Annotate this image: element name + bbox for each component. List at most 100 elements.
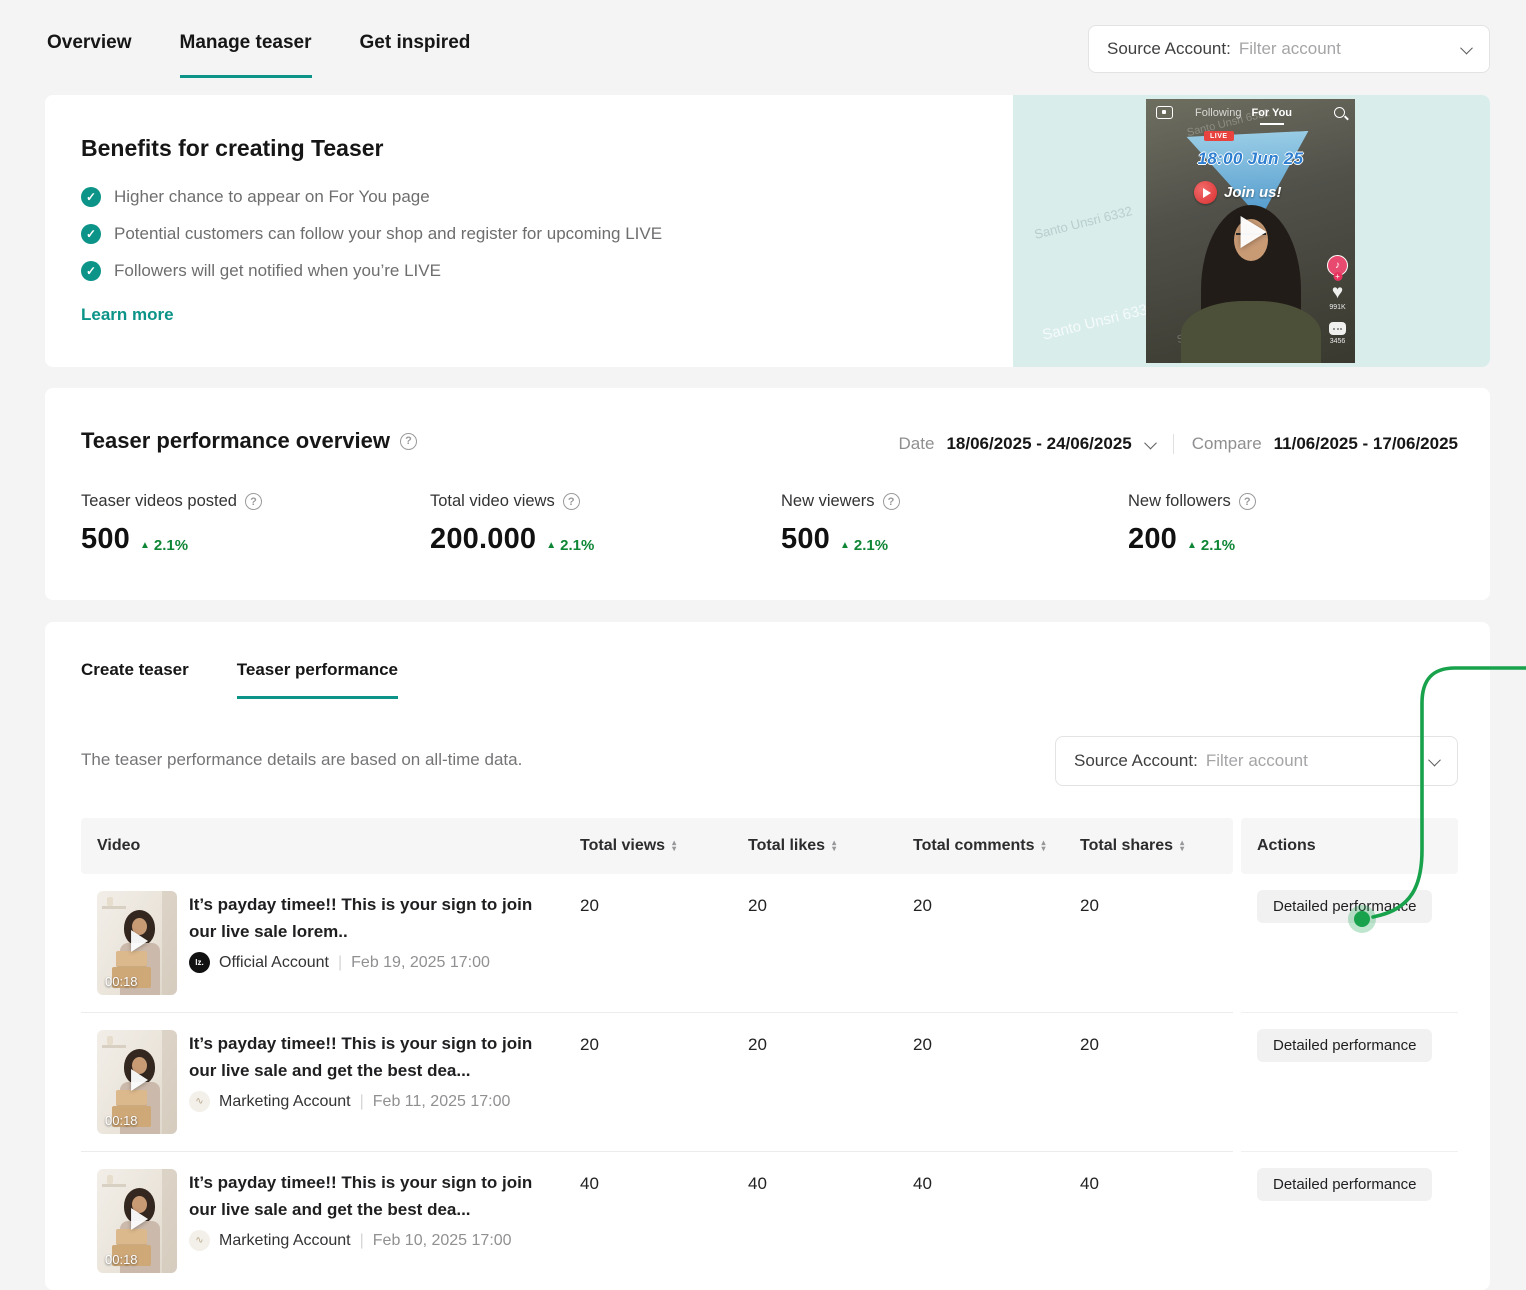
table-row: 00:18 It’s payday timee!! This is your s… — [81, 874, 1233, 1013]
total-views-value: 20 — [580, 896, 599, 915]
actions-cell: Detailed performance — [1241, 1013, 1458, 1152]
tab-get-inspired[interactable]: Get inspired — [360, 32, 471, 78]
column-actions: Actions — [1257, 837, 1316, 854]
source-account-filter-table[interactable]: Source Account: Filter account — [1055, 736, 1458, 786]
detailed-performance-button[interactable]: Detailed performance — [1257, 1168, 1433, 1201]
tab-manage-teaser[interactable]: Manage teaser — [179, 32, 312, 78]
comment-count: 3456 — [1329, 338, 1346, 345]
metric-value: 500 — [81, 523, 130, 555]
teaser-datetime: 18:00 Jun 25 — [1197, 149, 1304, 168]
creator-avatar[interactable]: ♪ — [1327, 255, 1348, 276]
total-views-value: 20 — [580, 1035, 599, 1054]
date-range-picker[interactable]: 18/06/2025 - 24/06/2025 — [946, 434, 1131, 454]
play-icon — [131, 929, 149, 952]
help-icon[interactable]: ? — [562, 493, 580, 510]
up-arrow-icon: ▲ — [546, 540, 557, 551]
compare-label: Compare — [1191, 434, 1262, 453]
metric-teaser-videos-posted: Teaser videos posted? 500 ▲ 2.1% — [81, 492, 262, 556]
metric-delta: ▲ 2.1% — [140, 537, 189, 554]
table-row: 00:18 It’s payday timee!! This is your s… — [81, 1013, 1233, 1152]
actions-cell: Detailed performance — [1241, 1152, 1458, 1290]
tab-create-teaser[interactable]: Create teaser — [81, 660, 189, 699]
column-video: Video — [97, 837, 141, 854]
source-account-filter-top[interactable]: Source Account: Filter account — [1088, 25, 1490, 73]
total-shares-value: 20 — [1080, 896, 1099, 915]
teaser-video-preview[interactable]: Santo Unsri 6332 Santo Unsri 6332 Follow… — [1146, 99, 1355, 363]
metric-new-viewers: New viewers? 500 ▲ 2.1% — [781, 492, 900, 556]
source-account-placeholder: Filter account — [1238, 39, 1341, 58]
for-you-tab[interactable]: For You — [1251, 107, 1292, 125]
divider: | — [359, 1092, 364, 1110]
check-circle-icon: ✓ — [81, 224, 101, 244]
sort-icon[interactable]: ▴ ▾ — [672, 839, 676, 853]
video-thumbnail[interactable]: 00:18 — [97, 891, 177, 995]
heart-icon[interactable]: ♥ — [1332, 283, 1343, 302]
video-account-row: ∿ Marketing Account | Feb 10, 2025 17:00 — [189, 1230, 512, 1251]
detailed-performance-button[interactable]: Detailed performance — [1257, 1029, 1433, 1062]
benefits-title: Benefits for creating Teaser — [81, 135, 384, 161]
video-thumbnail[interactable]: 00:18 — [97, 1030, 177, 1134]
teaser-preview-panel: Santo Unsri 6332 Santo Unsri 6332 Santo … — [1013, 95, 1490, 367]
learn-more-link[interactable]: Learn more — [81, 305, 174, 325]
metric-label: New followers — [1128, 492, 1231, 510]
sort-icon[interactable]: ▴ ▾ — [1042, 839, 1046, 853]
play-circle-icon — [1194, 181, 1217, 204]
check-circle-icon: ✓ — [81, 261, 101, 281]
check-circle-icon: ✓ — [81, 187, 101, 207]
benefit-text: Followers will get notified when you’re … — [114, 261, 441, 280]
video-account-row: ∿ Marketing Account | Feb 11, 2025 17:00 — [189, 1091, 510, 1112]
total-shares-value: 20 — [1080, 1035, 1099, 1054]
performance-overview-card: Teaser performance overview ? Date 18/06… — [45, 388, 1490, 600]
play-icon — [131, 1207, 149, 1230]
post-date: Feb 19, 2025 17:00 — [351, 953, 490, 971]
play-icon[interactable] — [1240, 216, 1267, 248]
teaser-sub-tabs: Create teaser Teaser performance — [81, 660, 399, 699]
chevron-down-icon[interactable] — [1143, 436, 1157, 449]
table-header: Video Total views ▴ ▾ Total likes ▴ ▾ Tota… — [81, 818, 1233, 874]
live-tv-icon — [1156, 106, 1173, 119]
video-title: It’s payday timee!! This is your sign to… — [189, 1173, 533, 1219]
video-thumbnail[interactable]: 00:18 — [97, 1169, 177, 1273]
source-account-placeholder: Filter account — [1205, 751, 1308, 770]
up-arrow-icon: ▲ — [1187, 540, 1197, 551]
tab-teaser-performance[interactable]: Teaser performance — [236, 660, 399, 699]
sort-icon[interactable]: ▴ ▾ — [832, 839, 836, 853]
metric-delta: ▲ 2.1% — [840, 537, 889, 554]
divider: | — [359, 1231, 364, 1249]
comment-icon[interactable] — [1329, 322, 1346, 335]
play-icon — [131, 1068, 149, 1091]
teaser-table-card: Create teaser Teaser performance The tea… — [45, 622, 1490, 1290]
benefit-item: ✓ Followers will get notified when you’r… — [81, 261, 662, 281]
total-shares-value: 40 — [1080, 1174, 1099, 1193]
tab-overview[interactable]: Overview — [47, 32, 132, 78]
chevron-down-icon — [1428, 753, 1441, 766]
column-total-shares: Total shares ▴ ▾ — [1080, 837, 1185, 854]
detailed-performance-button[interactable]: Detailed performance — [1257, 890, 1433, 923]
metric-value: 200.000 — [430, 523, 537, 555]
divider — [1172, 434, 1174, 454]
actions-cell: Detailed performance — [1241, 874, 1458, 1013]
marketing-account-avatar: ∿ — [189, 1091, 210, 1112]
metric-new-followers: New followers? 200 ▲ 2.1% — [1128, 492, 1256, 556]
video-top-bar: Following For You — [1146, 106, 1355, 125]
account-name: Official Account — [219, 953, 329, 971]
help-icon[interactable]: ? — [1238, 493, 1256, 510]
help-icon[interactable]: ? — [399, 432, 417, 450]
total-likes-value: 20 — [748, 896, 767, 915]
official-account-avatar: lz. — [189, 952, 210, 973]
total-likes-value: 20 — [748, 1035, 767, 1054]
benefit-list: ✓ Higher chance to appear on For You pag… — [81, 187, 662, 298]
following-tab[interactable]: Following — [1195, 107, 1241, 119]
top-nav: Overview Manage teaser Get inspired — [47, 32, 470, 78]
help-icon[interactable]: ? — [882, 493, 900, 510]
sort-icon[interactable]: ▴ ▾ — [1180, 839, 1184, 853]
metric-total-video-views: Total video views? 200.000 ▲ 2.1% — [430, 492, 594, 556]
total-comments-value: 40 — [913, 1174, 932, 1193]
video-duration: 00:18 — [105, 1252, 138, 1267]
marketing-account-avatar: ∿ — [189, 1230, 210, 1251]
divider: | — [337, 953, 343, 971]
overview-title: Teaser performance overview — [81, 428, 390, 453]
help-icon[interactable]: ? — [244, 493, 262, 510]
benefits-card: Benefits for creating Teaser ✓ Higher ch… — [45, 95, 1490, 367]
search-icon[interactable] — [1334, 107, 1345, 118]
